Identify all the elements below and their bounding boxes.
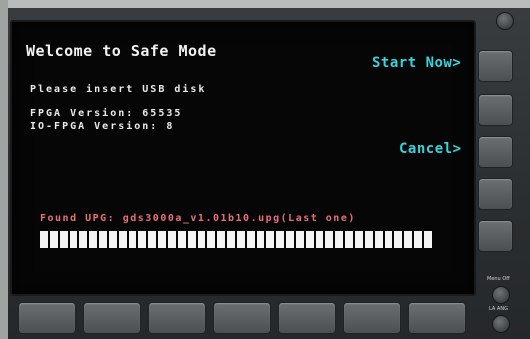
- progress-segment: [325, 231, 334, 248]
- progress-segment: [305, 231, 314, 248]
- bottom-button-3[interactable]: [148, 302, 206, 334]
- start-now-softkey[interactable]: Start Now>: [372, 55, 461, 71]
- side-button-2[interactable]: [478, 94, 513, 126]
- progress-segment: [266, 231, 275, 248]
- progress-segment: [167, 231, 176, 248]
- bottom-button-1[interactable]: [18, 302, 76, 334]
- progress-segment: [128, 231, 137, 248]
- progress-segment: [177, 231, 186, 248]
- progress-segment: [246, 231, 255, 248]
- progress-segment: [384, 231, 393, 248]
- progress-segment: [40, 231, 48, 248]
- progress-segment: [394, 231, 403, 248]
- progress-segment: [423, 231, 432, 248]
- progress-segment: [355, 231, 363, 248]
- la-ang-button[interactable]: [492, 315, 510, 333]
- bottom-button-2[interactable]: [83, 302, 141, 334]
- progress-segment: [345, 231, 353, 248]
- progress-segment: [118, 231, 127, 248]
- found-upgrade-text: Found UPG: gds3000a_v1.01b10.upg(Last on…: [40, 213, 356, 224]
- progress-segment: [286, 231, 294, 248]
- power-knob[interactable]: [496, 12, 514, 30]
- progress-segment: [374, 231, 383, 248]
- bottom-button-4[interactable]: [213, 302, 271, 334]
- instruction-text: Please insert USB disk: [30, 84, 207, 95]
- bottom-button-7[interactable]: [408, 302, 466, 334]
- progress-segment: [404, 231, 413, 248]
- progress-segment: [364, 231, 373, 248]
- progress-segment: [315, 231, 324, 248]
- page-title: Welcome to Safe Mode: [26, 42, 217, 60]
- progress-segment: [335, 231, 344, 248]
- progress-segment: [89, 231, 98, 248]
- progress-segment: [217, 231, 226, 248]
- progress-segment: [108, 231, 117, 248]
- io-fpga-version-text: IO-FPGA Version: 8: [30, 121, 175, 132]
- bottom-button-6[interactable]: [343, 302, 401, 334]
- progress-segment: [79, 231, 88, 248]
- progress-segment: [187, 231, 196, 248]
- progress-segment: [148, 231, 157, 248]
- progress-segment: [207, 231, 216, 248]
- menu-off-label: Menu Off: [487, 276, 510, 282]
- progress-segment: [99, 231, 107, 248]
- la-ang-label: LA ANG: [489, 306, 508, 312]
- progress-segment: [138, 231, 147, 248]
- progress-segment: [197, 231, 206, 248]
- progress-segment: [276, 231, 285, 248]
- side-button-1[interactable]: [478, 50, 513, 82]
- progress-segment: [295, 231, 304, 248]
- side-button-4[interactable]: [478, 178, 513, 210]
- menu-off-button[interactable]: [492, 286, 510, 304]
- progress-segment: [158, 231, 166, 248]
- progress-segment: [236, 231, 245, 248]
- progress-segment: [59, 231, 68, 248]
- progress-segment: [256, 231, 265, 248]
- fpga-version-text: FPGA Version: 65535: [30, 108, 183, 119]
- progress-segment: [414, 231, 422, 248]
- side-button-3[interactable]: [478, 136, 513, 168]
- progress-segment: [49, 231, 58, 248]
- background-wall: [0, 0, 530, 8]
- bottom-button-5[interactable]: [278, 302, 336, 334]
- background-wall-left: [0, 0, 8, 339]
- upgrade-progress-bar: [40, 231, 432, 248]
- side-button-5[interactable]: [478, 220, 513, 252]
- progress-segment: [69, 231, 78, 248]
- cancel-softkey[interactable]: Cancel>: [399, 141, 462, 157]
- progress-segment: [227, 231, 235, 248]
